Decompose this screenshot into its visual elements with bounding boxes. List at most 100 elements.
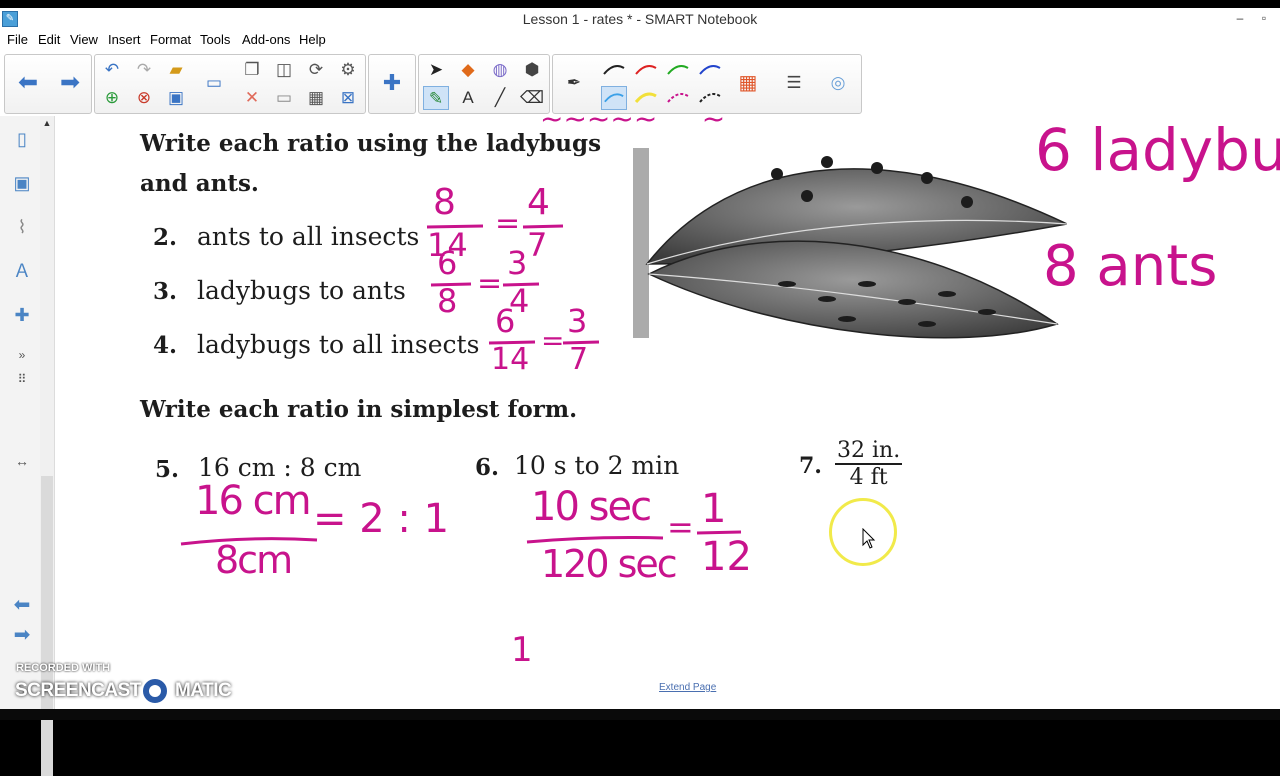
side-tabs: ▯ ▣ ⌇ Ａ ✚ » ⠿ ↔ ⬅ ➡ [0,116,41,720]
vertical-scrollbar[interactable]: ▲ [40,116,55,776]
add-ons-tab-icon[interactable]: ✚ [6,298,38,332]
properties-tab-icon[interactable]: Ａ [6,254,38,288]
watermark-brand-b: MATIC [175,680,232,701]
item-2-text: ants to all insects [197,222,420,251]
nav-group: ⬅ ➡ [4,54,92,114]
resize-handle-icon[interactable]: ↔ [6,444,38,478]
insert-blank-icon[interactable]: ▭ [271,86,297,110]
menu-format[interactable]: Format [150,32,191,47]
ink-ans4-d1: 14 [491,342,530,377]
color-palette-icon[interactable]: ▦ [735,71,761,95]
q7-numerator: 32 in. [835,438,903,465]
text-icon[interactable]: A [455,86,481,110]
gallery-icon[interactable]: ▣ [6,166,38,200]
close-tool-icon[interactable]: ⊠ [335,86,361,110]
shapes-icon[interactable]: ◆ [455,58,481,82]
scroll-up-icon[interactable]: ▲ [40,118,54,128]
q6-text: 10 s to 2 min [514,451,680,480]
more-tools-icon[interactable]: ☰ [781,71,807,95]
menu-insert[interactable]: Insert [108,32,141,47]
add-page-icon[interactable]: ⊕ [99,86,125,110]
screen-capture-icon[interactable]: ◫ [271,58,297,82]
ink-ans3-d1: 8 [437,282,458,320]
ink-ans6-d2: 12 [701,534,752,580]
ink-ans3-n2: 3 [507,244,528,282]
ink-ans6-denominator: 120 sec [541,542,678,586]
clear-icon[interactable]: ✕ [239,86,265,110]
menu-file[interactable]: File [7,32,28,47]
heading-ladybugs-ants: Write each ratio using the ladybugs [140,130,602,157]
select-icon[interactable]: ➤ [423,58,449,82]
pen-type-icon[interactable]: ✒ [561,71,587,95]
extend-page-link[interactable]: Extend Page [659,682,716,693]
add-on-puzzle-icon[interactable]: ✚ [379,71,405,95]
menu-help[interactable]: Help [299,32,326,47]
page-tools-group: ↶ ↷ ▰ ⊕ ⊗ ▣ ▭ ❐ ◫ ⟳ ⚙ ✕ ▭ ▦ ⊠ [94,54,366,114]
pen-yellow-icon[interactable] [633,86,659,110]
ink-ans6-eq: = [667,508,694,546]
open-folder-icon[interactable]: ▰ [163,58,189,82]
menu-tools[interactable]: Tools [200,32,230,47]
pen-lightblue-icon[interactable] [601,86,627,110]
pens-icon[interactable]: ✎ [423,86,449,110]
draw-tools-group: ➤ ◆ ◍ ⬢ ✎ A ╱ ⌫ [418,54,550,114]
eraser-icon[interactable]: ◍ [487,58,513,82]
grip-icon[interactable]: ⠿ [6,362,38,396]
watermark-recorded-with: RECORDED WITH [16,662,111,674]
redo-icon[interactable]: ↷ [131,58,157,82]
window-title: Lesson 1 - rates * - SMART Notebook [522,11,758,27]
minimize-button[interactable]: – [1228,9,1252,27]
attachments-icon[interactable]: ⌇ [6,210,38,244]
save-icon[interactable]: ▣ [163,86,189,110]
menu-edit[interactable]: Edit [38,32,60,47]
previous-page-icon[interactable]: ⬅ [6,588,38,622]
line-icon[interactable]: ╱ [487,86,513,110]
ink-note-ladybugs: 6 ladybugs [1035,116,1280,184]
insert-icon[interactable]: ⟳ [303,58,329,82]
undo-icon[interactable]: ↶ [99,58,125,82]
pen-red-icon[interactable] [633,58,659,82]
ink-ans2-n2: 4 [527,182,550,223]
ink-ans4-d2: 7 [569,342,589,377]
table-icon[interactable]: ▦ [303,86,329,110]
page-sorter-icon[interactable]: ▯ [6,122,38,156]
q7-number: 7. [799,453,822,479]
magic-pen-icon[interactable]: ⌫ [519,86,545,110]
heading-simplest-form: Write each ratio in simplest form. [140,396,578,423]
properties-icon[interactable]: ⚙ [335,58,361,82]
forward-arrow-icon[interactable]: ➡ [57,71,83,95]
screen-shade-icon[interactable]: ▭ [201,71,227,95]
menu-add-ons[interactable]: Add-ons [242,32,290,47]
maximize-button[interactable]: ▫ [1252,9,1276,27]
ink-ans6-numerator: 10 sec [531,484,652,530]
q7-denominator: 4 ft [849,465,888,490]
pen-blue-icon[interactable] [697,58,723,82]
ink-ans6-n2: 1 [701,486,727,532]
pen-magenta-dashed-icon[interactable] [665,86,691,110]
delete-page-icon[interactable]: ⊗ [131,86,157,110]
zoom-icon[interactable]: ◎ [825,71,851,95]
ink-ans3-eq: = [477,266,503,301]
pen-black-dashed-icon[interactable] [697,86,723,110]
item-3-number: 3. [153,278,178,305]
notebook-page[interactable]: ~~~~~ ~ Write each ratio using the ladyb… [55,116,1280,709]
ink-ans2-eq: = [495,206,521,241]
next-page-icon[interactable]: ➡ [6,618,38,652]
paste-icon[interactable]: ❐ [239,58,265,82]
heading-ladybugs-ants-line2: and ants. [140,170,259,197]
pen-green-icon[interactable] [665,58,691,82]
item-4-number: 4. [153,332,178,359]
item-4-text: ladybugs to all insects [197,330,480,359]
menu-view[interactable]: View [70,32,98,47]
bottom-strip [0,709,1280,720]
screencast-watermark: RECORDED WITH SCREENCAST MATIC [10,662,250,708]
item-2-number: 2. [153,224,178,251]
scrollbar-thumb[interactable] [41,476,53,776]
pen-black-icon[interactable] [601,58,627,82]
add-on-group: ✚ [368,54,416,114]
title-bar: ✎ Lesson 1 - rates * - SMART Notebook – … [0,8,1280,31]
item-3-text: ladybugs to ants [197,276,406,305]
q5-number: 5. [155,456,180,483]
back-arrow-icon[interactable]: ⬅ [15,71,41,95]
fill-icon[interactable]: ⬢ [519,58,545,82]
